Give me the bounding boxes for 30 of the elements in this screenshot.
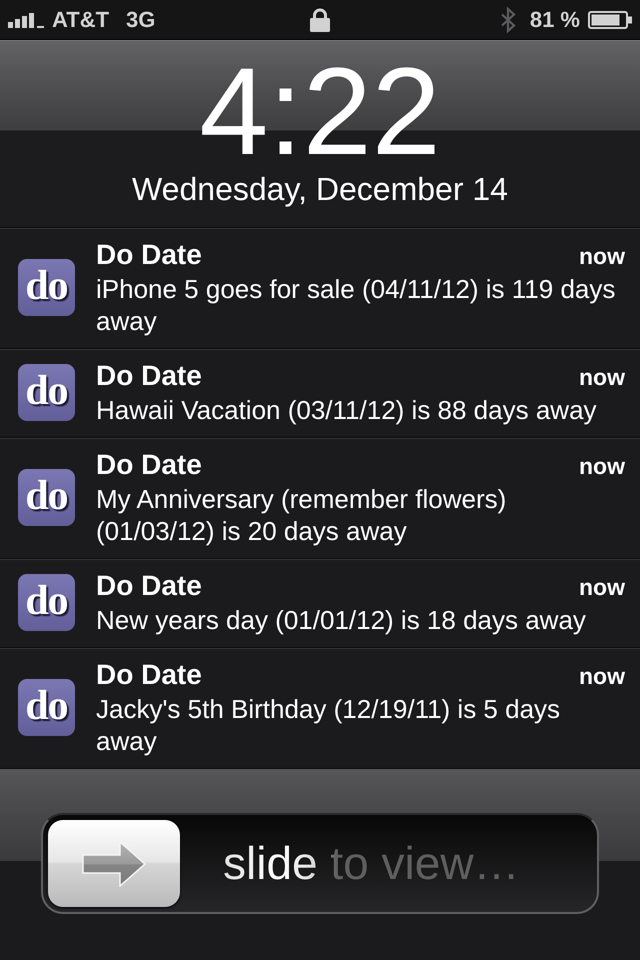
battery-percentage: 81 % — [530, 8, 580, 30]
notification-time: now — [579, 452, 625, 481]
notification-message: Hawaii Vacation (03/11/12) is 88 days away — [96, 394, 598, 426]
lock-icon — [310, 8, 330, 32]
app-name: Do Date — [96, 448, 202, 482]
app-name: Do Date — [96, 359, 202, 393]
app-icon: do — [18, 259, 75, 316]
app-name: Do Date — [96, 569, 202, 603]
battery-icon — [588, 10, 632, 28]
bluetooth-icon — [500, 6, 516, 34]
network-type: 3G — [126, 8, 156, 30]
carrier-name: AT&T — [52, 8, 110, 30]
notification-message: My Anniversary (remember flowers) (01/03/12) is 20 days away — [96, 483, 508, 547]
app-icon: do — [18, 469, 75, 526]
notification-time: now — [579, 573, 625, 602]
app-icon: do — [18, 574, 75, 631]
app-name: Do Date — [96, 658, 202, 692]
notification-time: now — [579, 662, 625, 691]
notification-time: now — [579, 363, 625, 392]
slider-knob[interactable] — [48, 820, 180, 907]
notification-message: iPhone 5 goes for sale (04/11/12) is 119 days away — [96, 273, 616, 337]
app-icon: do — [18, 679, 75, 736]
signal-strength-icon — [8, 11, 44, 28]
app-icon: do — [18, 364, 75, 421]
app-name: Do Date — [96, 238, 202, 272]
notification-message: Jacky's 5th Birthday (12/19/11) is 5 days away — [96, 693, 562, 757]
notification-time: now — [579, 242, 625, 271]
arrow-icon — [82, 840, 146, 886]
notification-message: New years day (01/01/12) is 18 days away — [96, 604, 587, 636]
clock-time: 4:22 — [199, 53, 441, 172]
